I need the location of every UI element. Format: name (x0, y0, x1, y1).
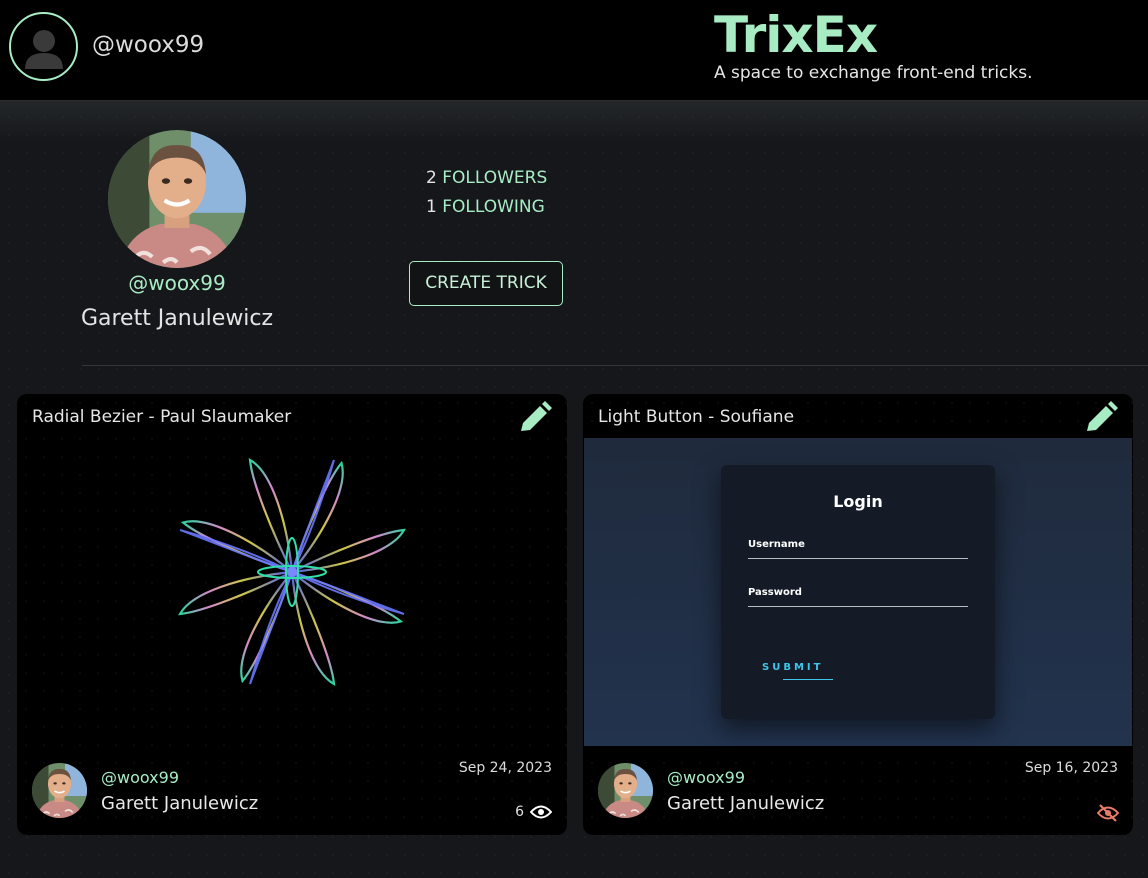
section-divider (82, 365, 1148, 366)
login-title: Login (833, 492, 883, 511)
trick-title[interactable]: Radial Bezier - Paul Slaumaker (32, 407, 291, 427)
top-navigation-bar: @woox99 TrixEx A space to exchange front… (0, 0, 1148, 141)
author-handle[interactable]: @woox99 (667, 768, 745, 787)
trick-date: Sep 16, 2023 (1024, 760, 1118, 776)
username-field-line (748, 558, 968, 559)
light-button-preview[interactable]: Login Username Password SUBMIT (584, 438, 1132, 746)
submit-underline (783, 679, 833, 680)
trick-title[interactable]: Light Button - Soufiane (598, 407, 794, 427)
edit-pencil-icon[interactable] (1083, 400, 1119, 436)
login-form-mock: Login Username Password SUBMIT (721, 465, 995, 719)
submit-label: SUBMIT (762, 662, 824, 673)
eye-slash-icon[interactable] (1097, 804, 1119, 822)
view-count-value: 6 (515, 804, 524, 820)
trick-card[interactable]: Light Button - Soufiane Login Username P… (583, 394, 1133, 835)
password-label: Password (748, 587, 802, 598)
followers-count: 2 (426, 168, 437, 188)
default-user-icon (25, 30, 63, 69)
trick-date: Sep 24, 2023 (458, 760, 552, 776)
author-name: Garett Janulewicz (101, 793, 259, 814)
followers-label: FOLLOWERS (442, 168, 548, 188)
followers-link[interactable]: 2 FOLLOWERS (426, 168, 547, 188)
username-label: Username (748, 539, 805, 550)
password-field-line (748, 606, 968, 607)
brand-subtitle: A space to exchange front-end tricks. (714, 63, 1033, 83)
trick-card[interactable]: Radial Bezier - Paul Slaumaker @woox99 G… (17, 394, 567, 835)
brand-title[interactable]: TrixEx (714, 6, 878, 64)
following-label: FOLLOWING (442, 197, 545, 217)
view-count: 6 (515, 804, 552, 820)
create-trick-button[interactable]: CREATE TRICK (409, 261, 563, 306)
profile-handle: @woox99 (128, 271, 226, 295)
profile-full-name: Garett Janulewicz (80, 306, 274, 331)
edit-pencil-icon[interactable] (517, 400, 553, 436)
author-avatar[interactable] (598, 763, 653, 818)
author-handle[interactable]: @woox99 (101, 768, 179, 787)
following-link[interactable]: 1 FOLLOWING (426, 197, 545, 217)
radial-bezier-preview[interactable] (17, 438, 567, 748)
user-avatar-button[interactable] (9, 12, 78, 81)
following-count: 1 (426, 197, 437, 217)
author-avatar[interactable] (32, 763, 87, 818)
author-name: Garett Janulewicz (667, 793, 825, 814)
nav-username[interactable]: @woox99 (92, 32, 204, 58)
profile-avatar (108, 130, 246, 268)
eye-icon (530, 805, 552, 819)
